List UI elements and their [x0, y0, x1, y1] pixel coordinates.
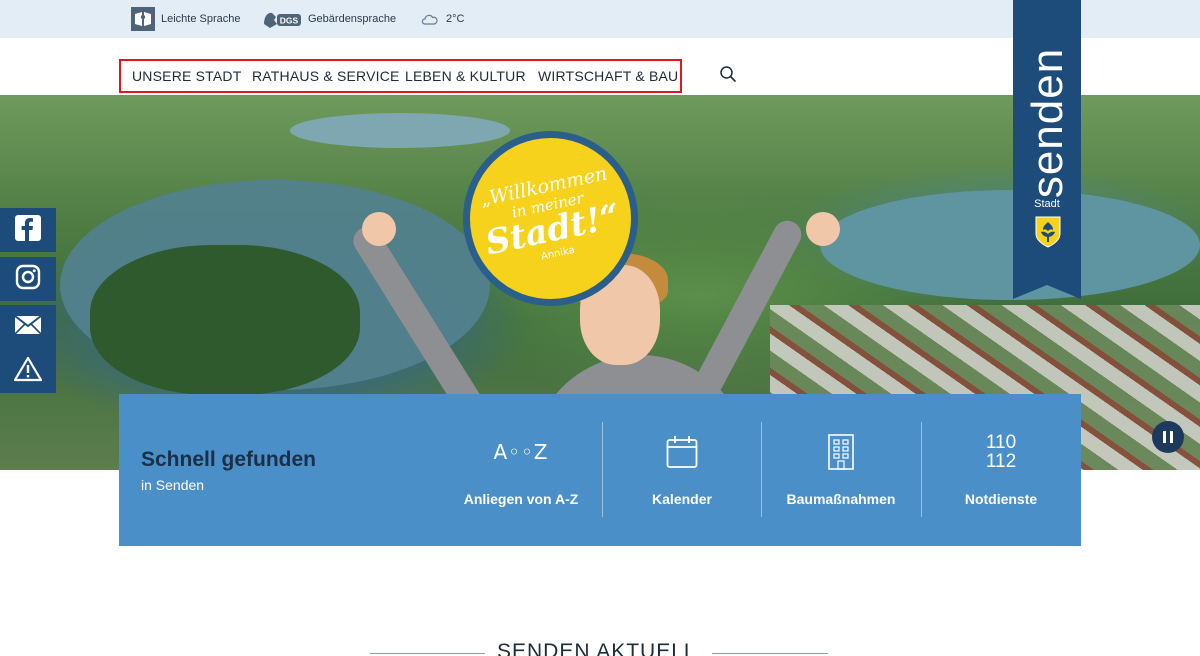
emergency-numbers-icon: 110 112 [921, 432, 1081, 472]
a-to-z-icon: A◦◦Z [441, 432, 601, 472]
hero-person-hand [806, 212, 840, 246]
city-logo-wordmark: senden [1023, 47, 1073, 199]
city-logo-subtitle: Stadt [1034, 198, 1060, 210]
quick-item-anliegen-az[interactable]: A◦◦Z Anliegen von A-Z [441, 422, 601, 517]
weather-temperature: 2°C [446, 13, 465, 25]
emergency-number-112: 112 [985, 451, 1017, 472]
facebook-link[interactable] [0, 208, 56, 252]
building-icon [761, 432, 921, 472]
quick-find-subtitle: in Senden [141, 477, 205, 493]
easy-language-link[interactable]: Leichte Sprache [131, 7, 241, 31]
hero-forest [90, 245, 360, 395]
instagram-icon [15, 264, 41, 295]
facebook-icon [15, 214, 41, 246]
sign-language-badge: DGS [280, 16, 299, 26]
nav-item-wirtschaft-bau[interactable]: WIRTSCHAFT & BAU [538, 68, 678, 84]
sign-language-link[interactable]: DGS Gebärdensprache [262, 7, 396, 31]
city-logo[interactable]: senden Stadt [1013, 0, 1081, 299]
warning-icon [13, 356, 43, 387]
quick-find-panel: Schnell gefunden in Senden A◦◦Z Anliegen… [119, 394, 1081, 546]
section-divider [712, 653, 828, 654]
quick-item-baumassnahmen[interactable]: Baumaßnahmen [761, 422, 921, 517]
quick-item-notdienste[interactable]: 110 112 Notdienste [921, 422, 1081, 517]
mail-link[interactable] [0, 305, 56, 349]
quick-item-label: Baumaßnahmen [786, 491, 896, 507]
quick-item-label: Kalender [652, 491, 712, 507]
quick-item-label: Anliegen von A-Z [463, 491, 579, 507]
hero-lake [290, 113, 510, 148]
nav-item-leben-kultur[interactable]: LEBEN & KULTUR [405, 68, 526, 84]
cloud-icon [420, 12, 440, 26]
a-to-z-icon-text: A◦◦Z [493, 440, 549, 464]
sign-language-label: Gebärdensprache [308, 13, 397, 25]
instagram-link[interactable] [0, 257, 56, 301]
city-crest-icon [1035, 216, 1061, 248]
weather-widget: 2°C [420, 7, 464, 31]
pause-icon [1163, 431, 1166, 443]
search-icon[interactable] [719, 65, 737, 83]
mail-icon [14, 314, 42, 340]
quick-item-label: Notdienste [964, 491, 1038, 507]
quick-item-kalender[interactable]: Kalender [602, 422, 762, 517]
easy-language-label: Leichte Sprache [161, 13, 241, 25]
warning-link[interactable] [0, 349, 56, 393]
slideshow-pause-button[interactable] [1152, 421, 1184, 453]
city-logo-name: senden [1023, 48, 1072, 198]
easy-language-icon [131, 7, 155, 31]
pause-icon [1170, 431, 1173, 443]
emergency-number-110: 110 [985, 432, 1017, 453]
nav-item-unsere-stadt[interactable]: UNSERE STADT [132, 68, 242, 84]
calendar-icon [602, 432, 762, 472]
sign-language-icon: DGS [262, 8, 302, 30]
quick-find-title: Schnell gefunden [141, 448, 317, 471]
hero-lake [820, 190, 1200, 300]
news-section-title: SENDEN AKTUELL [497, 640, 697, 656]
section-divider [370, 653, 485, 654]
nav-item-rathaus-service[interactable]: RATHAUS & SERVICE [252, 68, 400, 84]
hero-person-hand [362, 212, 396, 246]
